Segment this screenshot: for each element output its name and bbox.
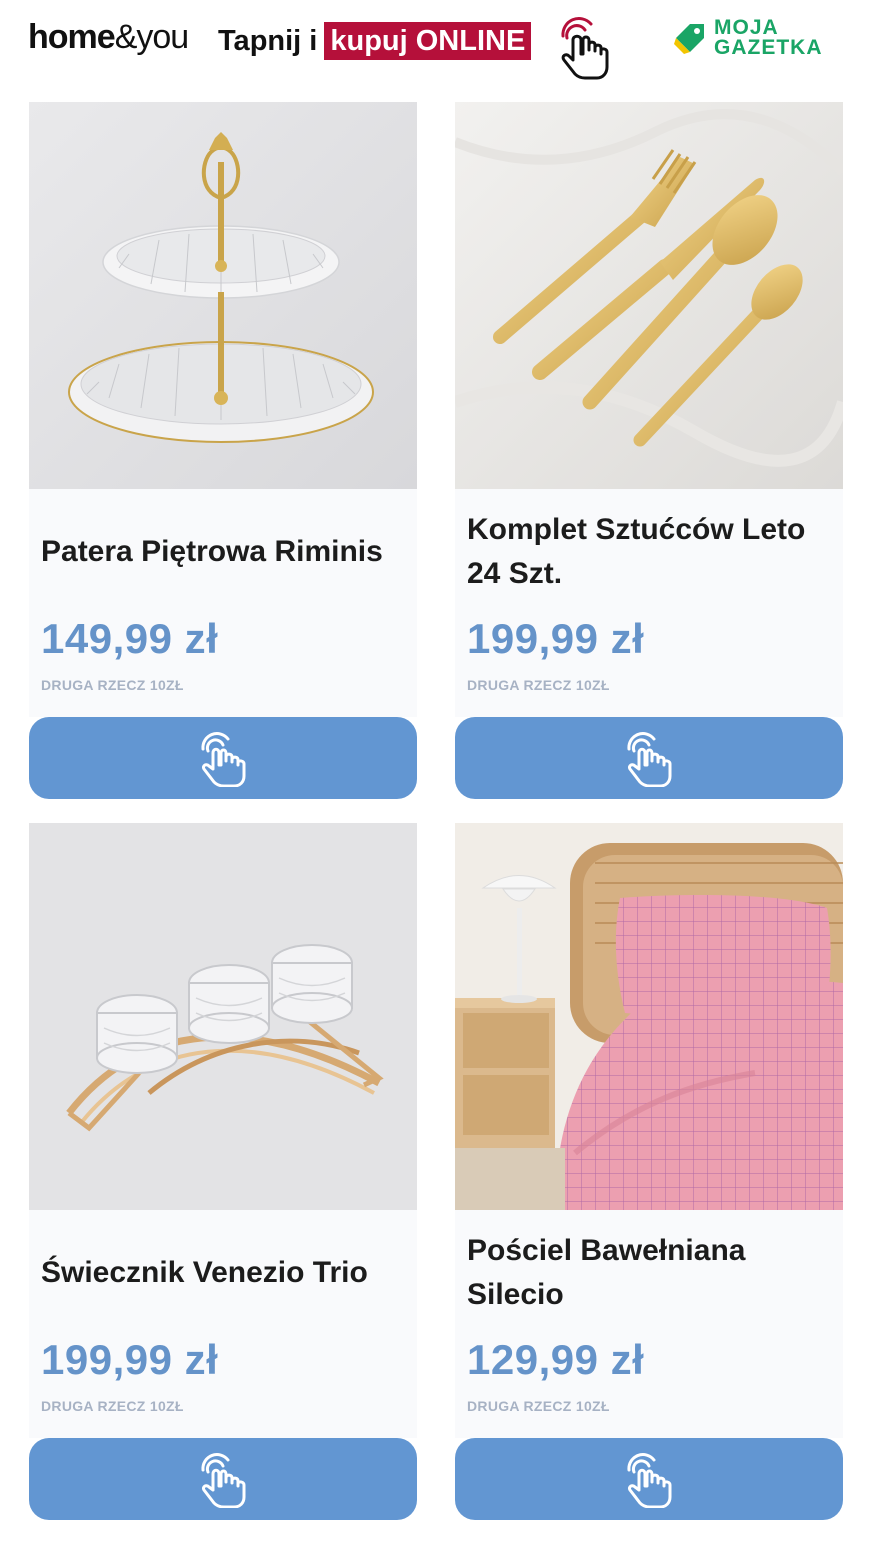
brand-you: you [136,18,189,56]
product-price: 199,99 zł [467,615,645,662]
tap-hand-icon [201,732,246,787]
product-image-candle-holder[interactable] [29,823,417,1210]
product-image-cutlery[interactable] [455,102,843,489]
promo-text: DRUGA RZECZ 10ZŁ [467,1398,610,1414]
promo-text: DRUGA RZECZ 10ZŁ [41,677,184,693]
tagline-highlight: kupuj ONLINE [324,22,532,60]
brand-home: home [28,18,116,56]
tap-hand-icon [201,1453,246,1508]
product-title[interactable]: Świecznik Venezio Trio [41,1251,405,1295]
promo-text: DRUGA RZECZ 10ZŁ [467,677,610,693]
product-title[interactable]: Komplet Sztućców Leto 24 Szt. [467,508,831,596]
header: home&you Tapnij i kupuj ONLINE MOJA GAZE… [0,0,872,90]
product-card: Pościel Bawełniana Silecio 129,99 zł DRU… [455,823,843,1520]
product-image-bedding[interactable] [455,823,843,1210]
moja-gazetka-logo[interactable]: MOJA GAZETKA [672,16,823,59]
product-card: Patera Piętrowa Riminis 149,99 zł DRUGA … [29,102,417,799]
tap-hand-icon [627,732,672,787]
buy-online-button[interactable] [29,717,417,799]
product-card: Świecznik Venezio Trio 199,99 zł DRUGA R… [29,823,417,1520]
product-info: Świecznik Venezio Trio 199,99 zł DRUGA R… [29,1210,417,1438]
gazetka-label: GAZETKA [714,36,823,59]
product-image-cake-stand[interactable] [29,102,417,489]
product-price: 149,99 zł [41,615,219,662]
tap-hand-icon [627,1453,672,1508]
moja-label: MOJA [714,16,779,39]
product-title[interactable]: Patera Piętrowa Riminis [41,530,405,574]
product-price: 199,99 zł [41,1336,219,1383]
tagline-prefix: Tapnij i [218,24,318,57]
tap-hand-icon[interactable] [555,10,611,80]
product-info: Pościel Bawełniana Silecio 129,99 zł DRU… [455,1210,843,1438]
product-info: Patera Piętrowa Riminis 149,99 zł DRUGA … [29,489,417,717]
price-tag-icon [674,24,704,54]
brand-amp: & [114,18,138,56]
home-and-you-logo[interactable]: home&you [28,18,189,57]
buy-online-button[interactable] [455,1438,843,1520]
product-title[interactable]: Pościel Bawełniana Silecio [467,1229,831,1317]
product-price: 129,99 zł [467,1336,645,1383]
tagline[interactable]: Tapnij i kupuj ONLINE [218,22,532,60]
promo-text: DRUGA RZECZ 10ZŁ [41,1398,184,1414]
product-info: Komplet Sztućców Leto 24 Szt. 199,99 zł … [455,489,843,717]
product-card: Komplet Sztućców Leto 24 Szt. 199,99 zł … [455,102,843,799]
buy-online-button[interactable] [455,717,843,799]
buy-online-button[interactable] [29,1438,417,1520]
